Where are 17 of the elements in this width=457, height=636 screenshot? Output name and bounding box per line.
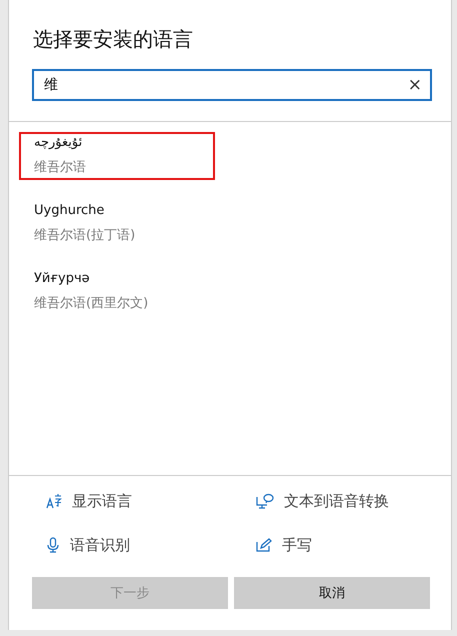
monitor-speech-icon: [256, 493, 274, 509]
cancel-button[interactable]: 取消: [234, 577, 430, 609]
language-description: 维吾尔语(拉丁语): [34, 227, 136, 244]
language-name[interactable]: Uyghurche: [34, 203, 213, 218]
pen-icon: [256, 538, 272, 552]
feature-label: 语音识别: [70, 536, 130, 554]
language-description: 维吾尔语: [34, 159, 87, 176]
dialog-title: 选择要安装的语言: [33, 26, 194, 52]
feature-label: 显示语言: [72, 492, 132, 510]
feature-label: 文本到语音转换: [284, 492, 389, 510]
language-description: 维吾尔语(西里尔文): [34, 295, 150, 312]
font-icon: [46, 493, 62, 509]
language-name[interactable]: Уйғурчә: [34, 271, 213, 286]
microphone-icon: [46, 537, 60, 553]
feature-label: 手写: [282, 536, 312, 554]
close-icon[interactable]: ×: [408, 75, 422, 95]
language-name[interactable]: ئۇيغۇرچە: [34, 135, 213, 150]
